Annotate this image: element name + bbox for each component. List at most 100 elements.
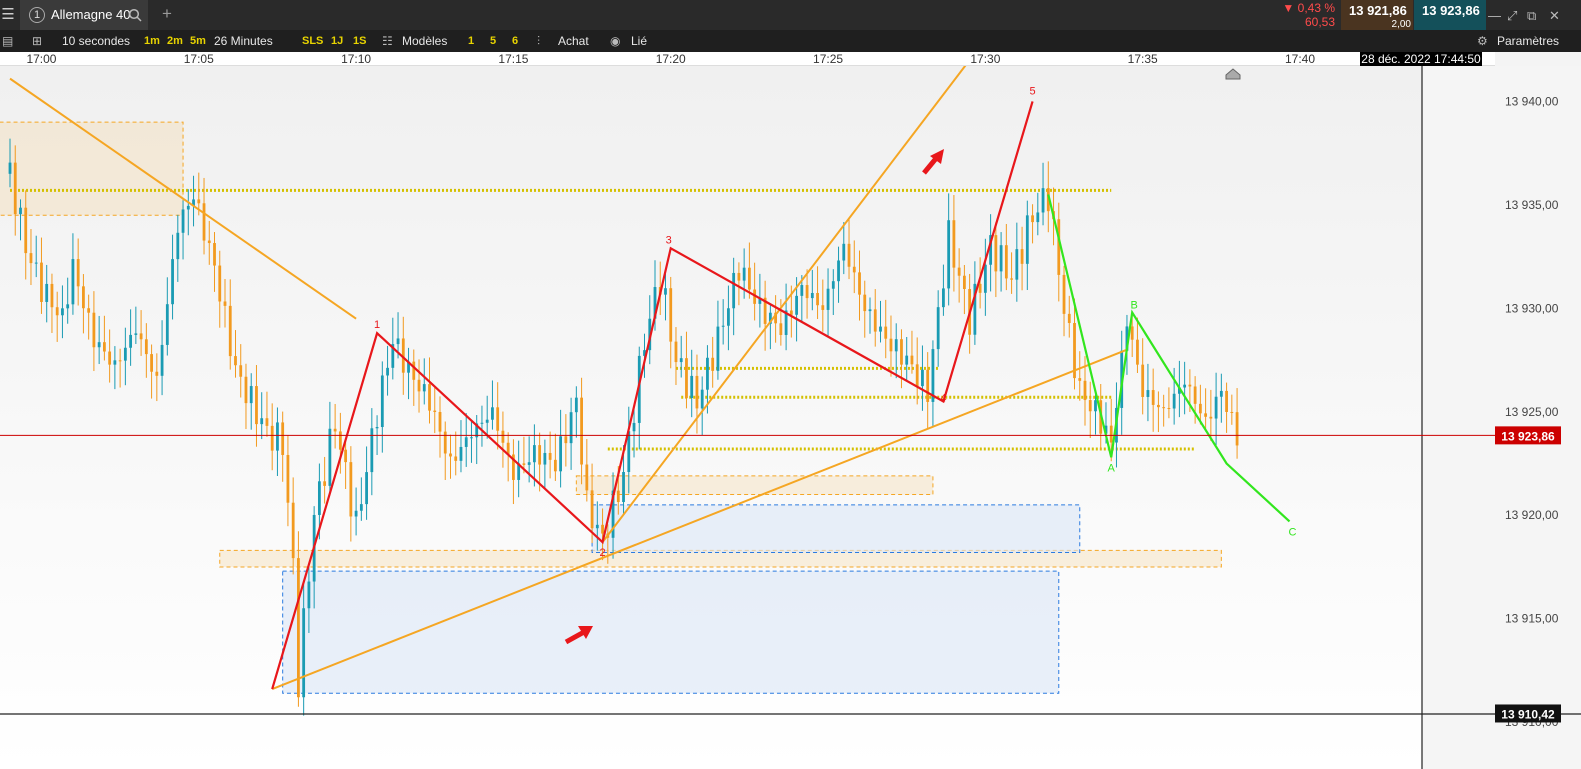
candle-body	[244, 376, 248, 404]
candle-body	[108, 351, 112, 365]
candle-body	[889, 338, 893, 352]
candle-body	[564, 436, 568, 444]
models-icon[interactable]: ☷	[382, 30, 393, 52]
candle-body	[1141, 364, 1145, 397]
candle-body	[1183, 384, 1187, 388]
candle-body	[522, 463, 526, 465]
ask-price-button[interactable]: 13 923,86	[1414, 0, 1486, 30]
candle-body	[721, 325, 725, 327]
wave-label: 2	[599, 547, 605, 559]
candle-body	[548, 452, 552, 460]
duration-select[interactable]: 26 Minutes	[214, 30, 273, 52]
settings-button[interactable]: Paramètres	[1497, 30, 1559, 52]
candle-body	[831, 281, 835, 289]
candle-body	[915, 364, 919, 387]
eye-icon[interactable]: ◉	[610, 30, 620, 52]
candle-body	[202, 203, 206, 241]
candle-body	[852, 266, 856, 273]
candle-body	[29, 253, 33, 264]
candle-body	[821, 305, 825, 310]
restore-icon[interactable]: ⤢	[1507, 5, 1517, 27]
instrument-tab[interactable]: 1 Allemagne 40	[20, 0, 148, 30]
candle-body	[438, 411, 442, 432]
candle-body	[569, 412, 573, 444]
candle-body	[826, 288, 830, 310]
candle-body	[464, 437, 468, 447]
candle-body	[983, 264, 987, 293]
candle-body	[249, 386, 253, 404]
time-axis: 17:00 17:05 17:10 17:15 17:20 17:25 17:30 17:35…	[0, 52, 1495, 66]
close-icon[interactable]: ✕	[1549, 5, 1560, 27]
wave-label: 3	[666, 234, 672, 246]
candle-body	[1172, 393, 1176, 409]
popout-icon[interactable]: ⧉	[1527, 5, 1536, 27]
linked-button[interactable]: Lié	[631, 30, 647, 52]
candle-body	[55, 307, 59, 316]
candle-body	[45, 283, 49, 302]
candle-body	[239, 365, 243, 377]
gear-icon[interactable]: ⚙	[1477, 30, 1488, 52]
minimize-icon[interactable]: —	[1488, 5, 1501, 27]
candle-body	[1020, 249, 1024, 264]
interval-select[interactable]: 10 secondes	[62, 30, 130, 52]
candle-body	[223, 301, 227, 306]
candle-body	[270, 425, 274, 451]
time-tick-label: 17:05	[183, 52, 214, 66]
candle-body	[134, 333, 138, 335]
candle-body	[66, 304, 70, 309]
candle-body	[816, 292, 819, 306]
preset-6[interactable]: 6	[512, 30, 518, 52]
candle-body	[19, 207, 22, 215]
one-week-button[interactable]: 1S	[353, 30, 366, 52]
bid-price-button[interactable]: 13 921,86 2,00	[1341, 0, 1413, 30]
candle-body	[302, 608, 306, 698]
price-tick-label: 13 920,00	[1505, 508, 1559, 522]
candle-body	[695, 375, 699, 409]
candle-body	[317, 481, 321, 515]
price-tick-label: 13 925,00	[1505, 405, 1559, 419]
candle-body	[706, 357, 709, 390]
layout-icon[interactable]: ⊞	[32, 30, 42, 52]
candle-body	[380, 375, 384, 428]
candle-body	[601, 524, 604, 534]
candle-body	[700, 389, 704, 409]
one-day-button[interactable]: 1J	[331, 30, 343, 52]
candle-body	[165, 304, 169, 345]
candle-body	[1214, 396, 1218, 419]
candle-body	[1083, 380, 1087, 401]
candle-body	[616, 490, 620, 503]
chart-type-icon[interactable]: ⫶	[537, 30, 540, 52]
candle-body	[422, 384, 426, 392]
preset-1[interactable]: 1	[468, 30, 474, 52]
candle-body	[789, 310, 793, 315]
buy-button[interactable]: Achat	[558, 30, 589, 52]
price-tick-label: 13 915,00	[1505, 612, 1559, 626]
sls-button[interactable]: SLS	[302, 30, 323, 52]
list-icon[interactable]: ▤	[2, 30, 13, 52]
candle-body	[590, 490, 594, 529]
timeframe-5m[interactable]: 5m	[190, 30, 206, 52]
candle-body	[197, 199, 201, 204]
candle-body	[957, 267, 961, 276]
candle-body	[260, 418, 264, 425]
candle-body	[40, 262, 43, 302]
candle-body	[265, 418, 269, 426]
timeframe-1m[interactable]: 1m	[144, 30, 160, 52]
candle-body	[527, 462, 531, 465]
candle-body	[727, 308, 730, 326]
models-button[interactable]: Modèles	[402, 30, 447, 52]
add-tab-button[interactable]: +	[162, 3, 172, 25]
candle-body	[532, 445, 536, 463]
menu-icon[interactable]: ☰	[0, 4, 16, 26]
price-chart[interactable]: 1 2 3 4 5 A B C 13 940,00 13 935,00 13 930,00 13 9…	[0, 66, 1581, 769]
candle-body	[543, 452, 547, 465]
candle-body	[737, 272, 741, 281]
candle-body	[92, 312, 96, 348]
preset-5[interactable]: 5	[490, 30, 496, 52]
search-icon[interactable]	[128, 8, 142, 22]
candle-body	[1025, 215, 1029, 264]
candle-body	[1130, 326, 1134, 340]
candle-body	[910, 355, 914, 365]
current-price-label: 13 923,86	[1501, 429, 1555, 443]
timeframe-2m[interactable]: 2m	[167, 30, 183, 52]
